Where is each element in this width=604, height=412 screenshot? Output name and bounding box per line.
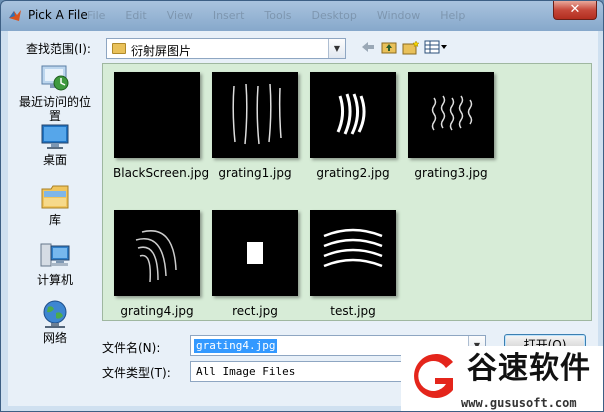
file-name: BlackScreen.jpg: [113, 166, 210, 180]
file-name: grating2.jpg: [316, 166, 390, 180]
close-button[interactable]: ✕: [553, 1, 597, 20]
recent-places-icon: [39, 63, 71, 93]
file-list-pane[interactable]: BlackScreen.jpg grating1.jpg grating2.jp…: [102, 63, 592, 321]
title-bar[interactable]: Pick A File File Edit View Insert Tools …: [1, 1, 603, 31]
desktop-icon: [39, 121, 71, 151]
ghost-menu-item: File: [87, 9, 106, 22]
place-desktop[interactable]: 桌面: [16, 121, 94, 167]
file-dialog-window: Pick A File File Edit View Insert Tools …: [0, 0, 604, 412]
look-in-value: 衍射屏图片: [131, 44, 192, 58]
ghost-menu-item: Insert: [212, 9, 245, 22]
ghost-menu-item: Help: [440, 9, 466, 22]
place-recent[interactable]: 最近访问的位置: [16, 63, 94, 123]
close-icon: ✕: [569, 2, 581, 17]
file-type-value: All Image Files: [196, 365, 296, 378]
window-title: Pick A File: [28, 8, 88, 22]
file-thumbnail: [212, 72, 298, 158]
file-name: grating3.jpg: [414, 166, 488, 180]
ghost-menu-item: View: [166, 9, 193, 22]
look-in-dropdown[interactable]: 衍射屏图片 ▼: [106, 38, 346, 59]
file-type-label: 文件类型(T):: [102, 366, 171, 380]
folder-up-icon[interactable]: [381, 40, 397, 56]
ghost-menu-item: Desktop: [311, 9, 357, 22]
place-label: 最近访问的位置: [18, 95, 91, 123]
file-thumbnail: [310, 210, 396, 296]
watermark-url: www.gususoft.com: [461, 396, 577, 410]
folder-icon: [112, 43, 126, 54]
place-label: 库: [48, 213, 61, 227]
file-thumbnail: [114, 210, 200, 296]
matlab-icon: [9, 10, 21, 21]
file-name-input[interactable]: grating4.jpg: [194, 339, 278, 353]
file-name: grating4.jpg: [120, 304, 194, 318]
file-item[interactable]: test.jpg: [309, 210, 397, 318]
watermark-brand: 谷速软件: [467, 351, 591, 386]
ghost-menu-item: Window: [376, 9, 421, 22]
place-network[interactable]: 网络: [16, 299, 94, 345]
file-thumbnail: [310, 72, 396, 158]
place-label: 桌面: [42, 153, 67, 167]
gususoft-logo-icon: [414, 354, 453, 398]
file-item[interactable]: BlackScreen.jpg: [113, 72, 210, 180]
file-item[interactable]: rect.jpg: [211, 210, 299, 318]
watermark: 谷速软件 www.gususoft.com: [401, 346, 603, 411]
ghost-menu-item: Edit: [125, 9, 147, 22]
place-libraries[interactable]: 库: [16, 181, 94, 227]
new-folder-icon[interactable]: [402, 40, 420, 56]
place-label: 计算机: [36, 273, 73, 287]
file-thumbnail: [114, 72, 200, 158]
file-item[interactable]: grating2.jpg: [309, 72, 397, 180]
computer-icon: [39, 241, 71, 271]
file-name: grating1.jpg: [218, 166, 292, 180]
back-arrow-icon[interactable]: [361, 40, 375, 56]
file-item[interactable]: grating3.jpg: [407, 72, 495, 180]
file-item-selected[interactable]: grating4.jpg: [113, 210, 201, 318]
chevron-down-icon[interactable]: ▼: [328, 39, 345, 58]
places-bar: 最近访问的位置 桌面 库 计算机 网络: [16, 63, 94, 345]
file-thumbnail: [212, 210, 298, 296]
file-name: rect.jpg: [232, 304, 278, 318]
place-computer[interactable]: 计算机: [16, 241, 94, 287]
look-in-label: 查找范围(I):: [26, 42, 91, 56]
file-name-label: 文件名(N):: [102, 341, 161, 355]
background-menu-bar: File Edit View Insert Tools Desktop Wind…: [87, 9, 465, 22]
file-name: test.jpg: [330, 304, 376, 318]
file-thumbnail: [408, 72, 494, 158]
network-icon: [39, 299, 71, 329]
view-menu-icon[interactable]: [424, 40, 448, 56]
libraries-icon: [39, 181, 71, 211]
file-item[interactable]: grating1.jpg: [211, 72, 299, 180]
ghost-menu-item: Tools: [264, 9, 292, 22]
place-label: 网络: [42, 331, 67, 345]
